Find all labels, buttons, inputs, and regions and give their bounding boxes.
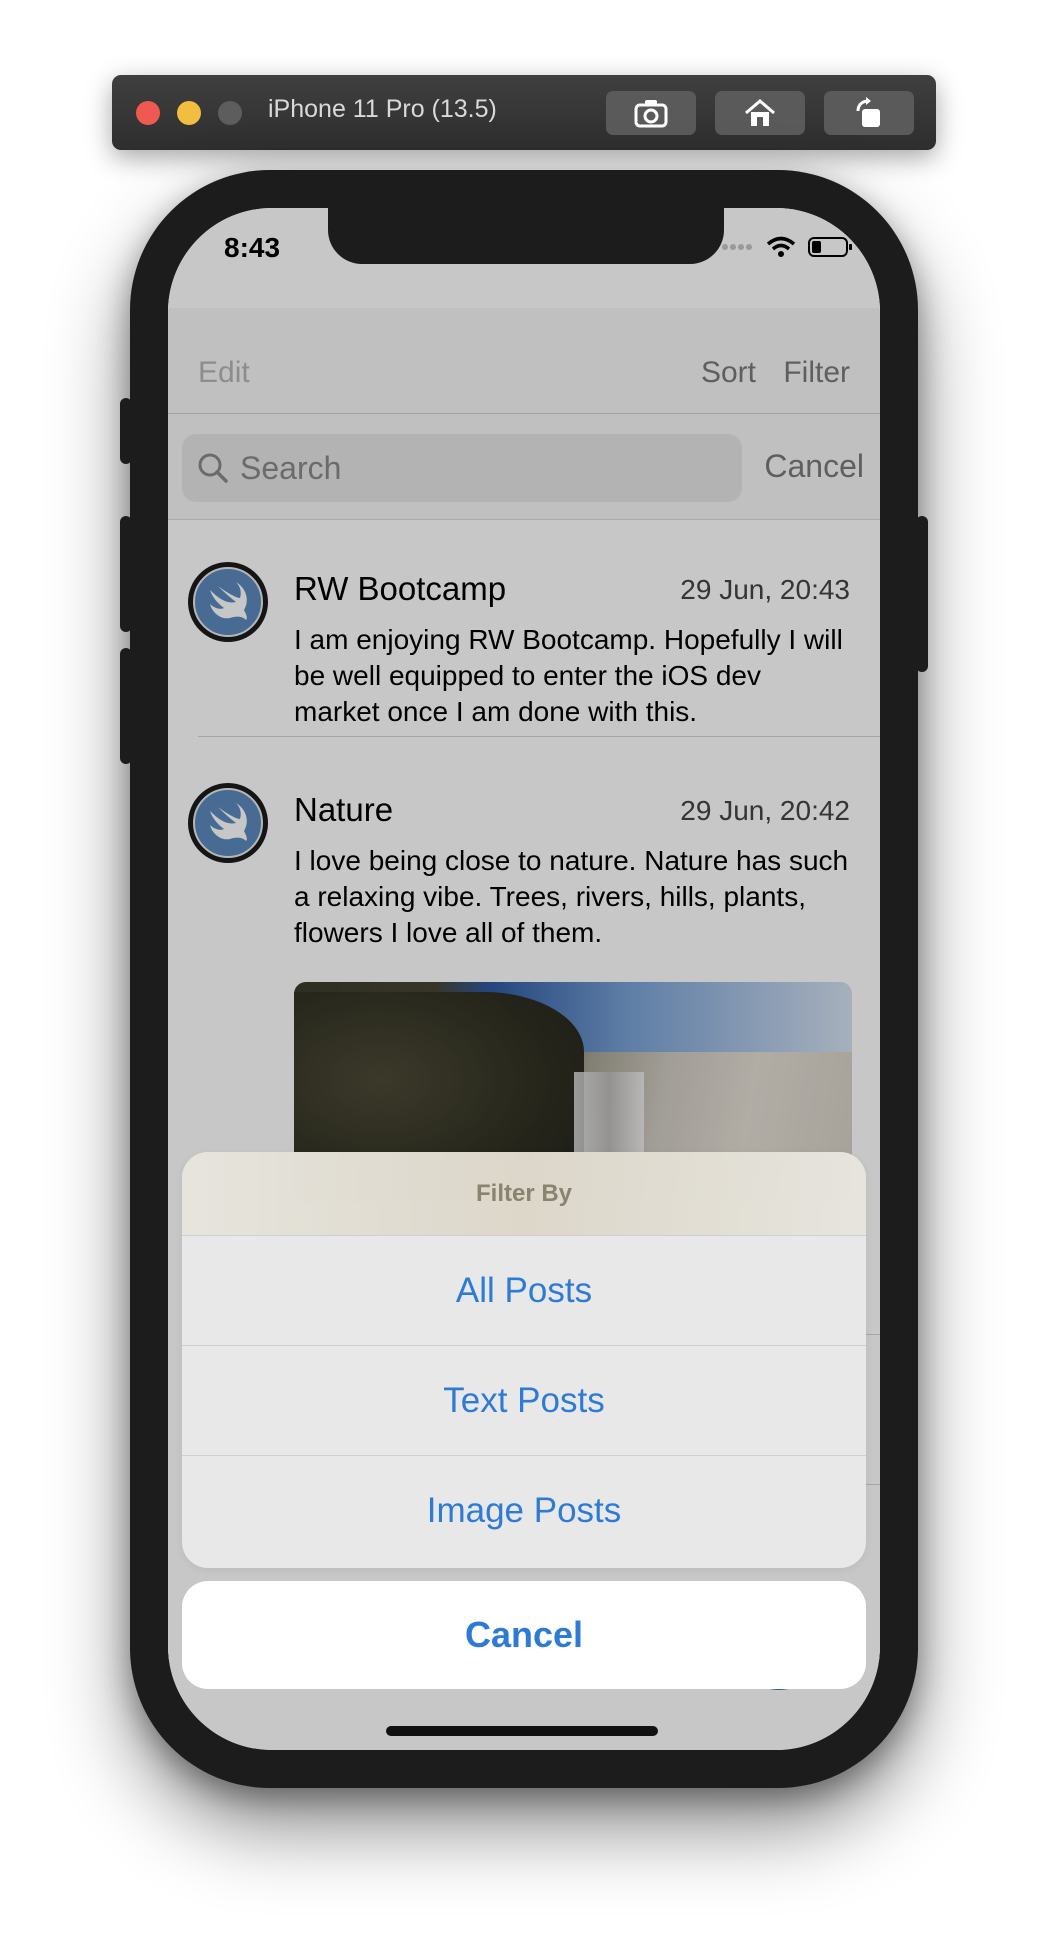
- close-window-button[interactable]: [136, 101, 160, 125]
- home-indicator[interactable]: [386, 1726, 658, 1736]
- iphone-frame: 8:43 Edit Sort Filter Search Cancel RW B…: [120, 170, 928, 1788]
- filter-image-posts-option[interactable]: Image Posts: [182, 1456, 866, 1566]
- cellular-signal-icon: [722, 244, 752, 250]
- action-sheet-title: Filter By: [182, 1152, 866, 1236]
- filter-action-sheet: Filter By All Posts Text Posts Image Pos…: [182, 1152, 866, 1568]
- simulator-device-title: iPhone 11 Pro (13.5): [268, 95, 497, 123]
- volume-down-button: [120, 648, 132, 764]
- status-time: 8:43: [224, 232, 281, 263]
- status-icons: [722, 236, 854, 258]
- notch: [328, 208, 724, 264]
- screenshot-button[interactable]: [606, 91, 696, 135]
- mute-switch: [120, 398, 132, 464]
- phone-screen: 8:43 Edit Sort Filter Search Cancel RW B…: [168, 208, 880, 1750]
- filter-text-posts-option[interactable]: Text Posts: [182, 1346, 866, 1456]
- screenshot-icon: [634, 100, 668, 128]
- zoom-window-button[interactable]: [218, 101, 242, 125]
- home-icon: [745, 99, 775, 126]
- filter-all-posts-option[interactable]: All Posts: [182, 1236, 866, 1346]
- rotate-icon: [856, 97, 880, 127]
- home-button[interactable]: [715, 91, 805, 135]
- minimize-window-button[interactable]: [177, 101, 201, 125]
- side-button: [916, 516, 928, 672]
- volume-up-button: [120, 516, 132, 632]
- battery-icon: [808, 237, 852, 257]
- simulator-title-bar: iPhone 11 Pro (13.5): [112, 75, 936, 150]
- action-sheet-cancel-button[interactable]: Cancel: [182, 1581, 866, 1689]
- rotate-button[interactable]: [824, 91, 914, 135]
- wifi-icon: [766, 236, 796, 257]
